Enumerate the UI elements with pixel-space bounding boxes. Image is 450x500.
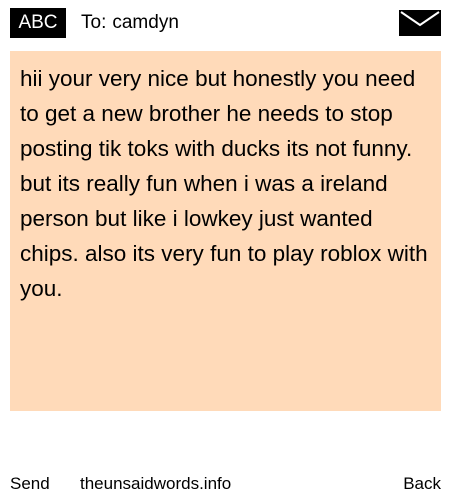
recipient-line: To: camdyn — [81, 8, 179, 38]
site-label: theunsaidwords.info — [80, 474, 232, 493]
back-button[interactable]: Back — [403, 470, 441, 498]
message-body[interactable]: hii your very nice but honestly you need… — [10, 51, 441, 411]
input-mode-badge[interactable]: ABC — [10, 8, 66, 38]
recipient-name: camdyn — [112, 12, 179, 33]
softkey-bar: Send theunsaidwords.info Back — [0, 470, 450, 498]
to-label: To: — [81, 12, 107, 33]
message-text: hii your very nice but honestly you need… — [20, 66, 428, 301]
message-header: ABC To: camdyn — [0, 0, 450, 46]
send-button[interactable]: Send — [10, 470, 50, 498]
envelope-icon — [399, 10, 441, 36]
